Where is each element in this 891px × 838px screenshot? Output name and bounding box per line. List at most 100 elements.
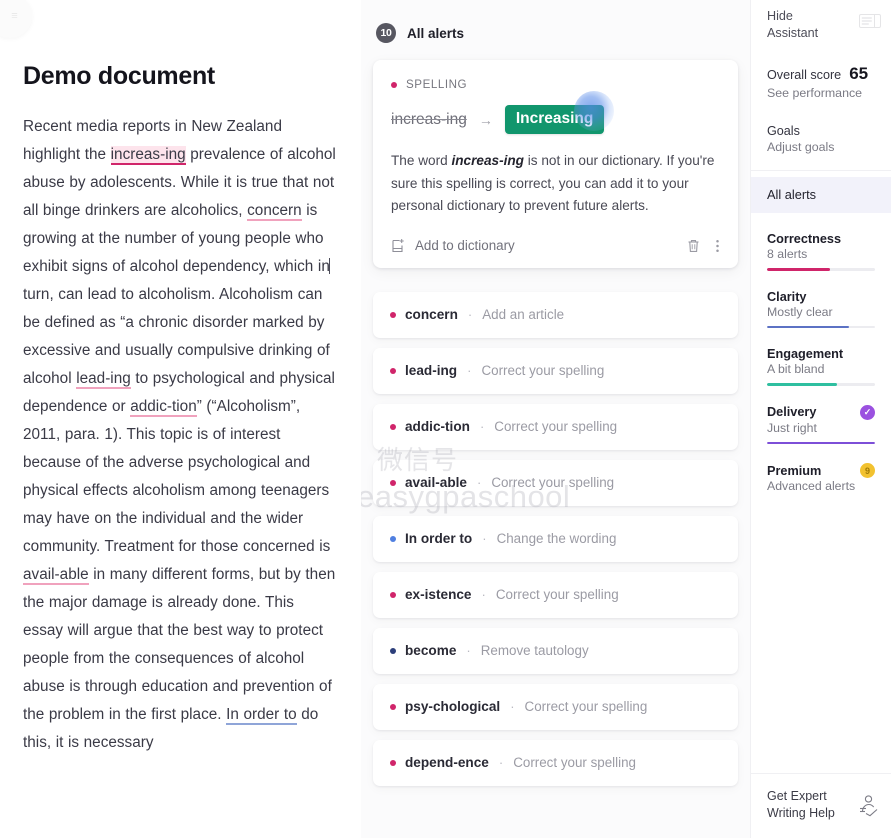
alert-word: addic-tion [405,419,470,434]
alert-separator: · [466,643,471,658]
overall-score-block[interactable]: Overall score 65 See performance [751,64,891,100]
alert-card[interactable]: psy-chological · Correct your spelling [373,683,738,730]
category-dot-icon [390,647,396,654]
alert-card-expanded[interactable]: SPELLING increas-ing → Increasing The wo… [373,60,738,268]
alert-separator: · [481,587,486,602]
add-to-dictionary-button[interactable]: Add to dictionary [391,238,515,254]
sidebar-metric-correctness[interactable]: Correctness 8 alerts [751,232,891,271]
alert-suggestion-row: increas-ing → Increasing [391,91,720,134]
category-dot-icon [390,591,396,598]
alert-description: The word increas-ing is not in our dicti… [391,150,720,218]
sidebar-metrics-container: Correctness 8 alerts Clarity Mostly clear En… [751,232,891,493]
alert-action-label: Correct your spelling [494,419,618,434]
metric-status: Advanced alerts [767,479,856,494]
metric-name: Engagement [767,347,844,362]
inline-alert-spelling[interactable]: lead-ing [76,370,131,389]
alerts-header-label: All alerts [407,25,465,41]
adjust-goals-link[interactable]: Adjust goals [767,140,875,154]
alert-category: SPELLING [391,78,720,91]
document-paragraph[interactable]: Recent media reports in New Zealand high… [23,113,337,757]
category-dot-icon [390,311,396,318]
metric-name: Correctness [767,232,842,246]
metric-progress-bar [767,383,875,386]
metric-status: Just right [767,420,817,435]
alert-word: lead-ing [405,363,458,378]
inline-alert-spelling[interactable]: avail-able [23,566,89,585]
alert-action-label: Correct your spelling [513,755,637,770]
alert-word: become [405,643,457,658]
metric-progress-fill [767,383,838,386]
alert-action-label: Correct your spelling [524,699,648,714]
alert-replacement-button[interactable]: Increasing [504,105,605,134]
sidebar-metric-clarity[interactable]: Clarity Mostly clear [751,290,891,329]
more-vertical-icon[interactable] [715,238,720,254]
metric-progress-fill [767,268,830,271]
alert-action-label: Correct your spelling [495,587,619,602]
alert-card[interactable]: ex-istence · Correct your spelling [373,571,738,618]
alert-desc-word: increas-ing [451,153,524,168]
category-dot-icon [390,423,396,430]
metric-status: 8 alerts [767,247,808,261]
get-expert-help-button[interactable]: Get Expert Writing Help [751,773,891,838]
metric-header: Engagement [767,347,875,361]
metric-progress-bar [767,441,875,445]
overall-score-row: Overall score 65 [767,64,875,84]
metric-name: Clarity [767,289,807,304]
alert-separator: · [467,363,472,378]
sidebar-metric-engagement[interactable]: Engagement A bit bland [751,347,891,386]
inline-alert-spelling[interactable]: addic-tion [130,398,197,417]
document-title: Demo document [23,62,215,90]
alert-card[interactable]: become · Remove tautology [373,627,738,674]
metric-status: A bit bland [767,362,825,377]
alert-separator: · [498,755,504,770]
hide-assistant-row[interactable]: Hide Assistant [751,0,891,42]
category-dot-icon [391,81,397,88]
logo-glyph: ≡ [11,10,18,22]
alert-word: depend-ence [405,755,489,770]
alerts-list: SPELLING increas-ing → Increasing The wo… [361,48,750,786]
alert-card[interactable]: In order to · Change the wording [373,515,738,562]
alert-separator: · [479,419,485,434]
document-body[interactable]: Demo document Recent media reports in Ne… [0,0,361,757]
alert-action-label: Add an article [482,307,565,322]
hide-assistant-label: Hide Assistant [767,9,819,40]
panel-toggle-icon[interactable] [859,14,881,28]
goals-block[interactable]: Goals Adjust goals [751,124,891,154]
sidebar-divider [751,170,891,171]
alert-card[interactable]: addic-tion · Correct your spelling [373,403,738,450]
text-caret [329,258,331,274]
alert-card[interactable]: concern · Add an article [373,291,738,338]
alert-card[interactable]: depend-ence · Correct your spelling [373,739,738,786]
metric-progress-bar [767,268,875,271]
sidebar-item-all-alerts[interactable]: All alerts [751,177,891,213]
category-dot-icon [390,479,396,486]
all-alerts-label: All alerts [767,187,817,202]
trash-icon[interactable] [686,238,701,254]
alerts-count-badge: 10 [376,23,396,43]
overall-score-value: 65 [849,64,869,83]
alert-original-word: increas-ing [391,110,467,128]
alert-word: psy-chological [405,699,501,714]
metric-header: Premium 9 [767,463,875,479]
inline-alert-clarity[interactable]: In order to [226,706,297,725]
add-to-dictionary-icon [392,238,404,252]
get-expert-help-label: Get Expert Writing Help [767,789,835,820]
alert-card[interactable]: avail-able · Correct your spelling [373,459,738,506]
see-performance-link[interactable]: See performance [767,86,875,100]
sidebar-metric-premium[interactable]: Premium 9 Advanced alerts [751,463,891,493]
metric-header: Clarity [767,290,875,304]
add-to-dictionary-label: Add to dictionary [415,238,515,253]
metric-progress-fill [767,441,875,445]
alert-actions-right [686,238,720,254]
sidebar-metric-delivery[interactable]: Delivery ✓ Just right [751,404,891,445]
check-badge-icon: ✓ [860,404,875,420]
alert-card[interactable]: lead-ing · Correct your spelling [373,347,738,394]
category-dot-icon [390,367,396,374]
overall-score-label: Overall score [767,68,842,82]
assistant-sidebar: Hide Assistant Overall score 65 See perf… [750,0,891,838]
inline-alert-spelling-active[interactable]: increas-ing [110,146,186,165]
category-dot-icon [390,535,396,542]
inline-alert-correctness[interactable]: concern [247,202,302,221]
metric-header: Delivery ✓ [767,404,875,420]
alert-separator: · [510,699,515,714]
